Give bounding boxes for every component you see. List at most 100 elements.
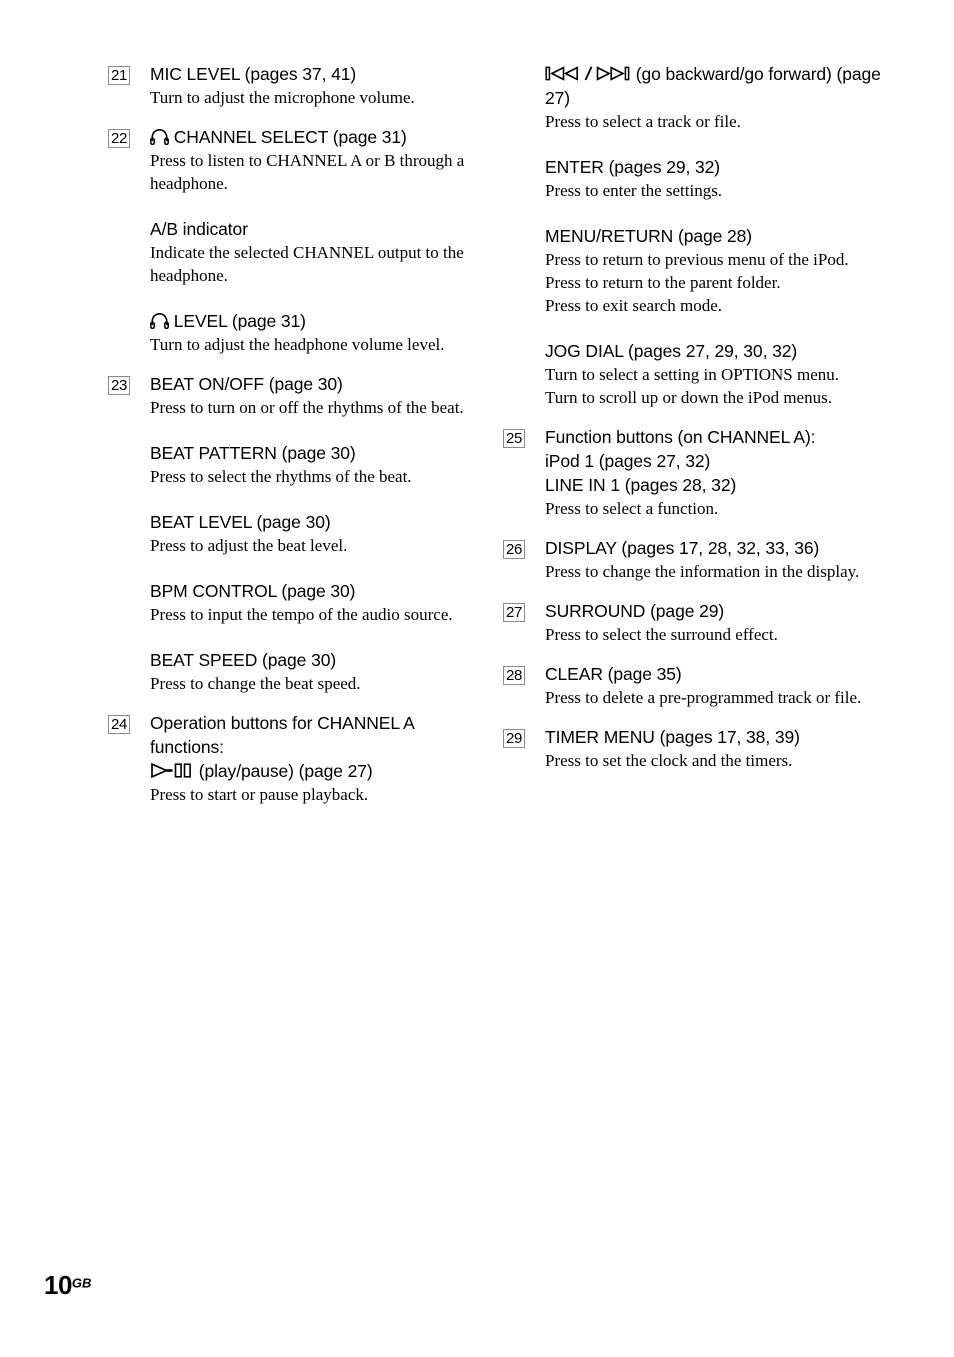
page-number: 10 [44,1270,72,1300]
entry-heading-play-pause-text: (play/pause) (page 27) [198,761,373,781]
entry-description: Press to delete a pre-programmed track o… [545,688,862,707]
entry-heading: SURROUND (page 29) [545,601,725,621]
subentry-description: Press to adjust the beat level. [150,536,348,555]
manual-page: 21 MIC LEVEL (pages 37, 41) Turn to adju… [0,0,954,1357]
badge-slot: 26 [503,536,545,559]
entry-body: Operation buttons for CHANNEL A function… [150,711,465,806]
entry-heading: ENTER (pages 29, 32) [545,157,721,177]
entry-function-buttons: 25 Function buttons (on CHANNEL A): iPod… [503,425,910,520]
entry-body: CLEAR (page 35) Press to delete a pre-pr… [545,662,910,709]
callout-badge-25: 25 [503,429,526,448]
entry-heading-text: CHANNEL SELECT (page 31) [173,127,407,147]
entry-heading: Function buttons (on CHANNEL A): [545,427,816,447]
badge-slot: 23 [108,372,150,395]
entry-jog-dial: JOG DIAL (pages 27, 29, 30, 32) Turn to … [503,339,910,409]
entry-heading: BEAT ON/OFF (page 30) [150,374,343,394]
entry-heading: CHANNEL SELECT (page 31) [150,125,465,149]
entry-heading: MENU/RETURN (page 28) [545,226,752,246]
subentry-heading-text: LEVEL (page 31) [173,311,306,331]
entry-heading: DISPLAY (pages 17, 28, 32, 33, 36) [545,538,820,558]
entry-description: Press to set the clock and the timers. [545,751,793,770]
page-footer: 10GB [44,1270,91,1301]
subentry-heading-ab-indicator: A/B indicator [150,219,248,239]
entry-body: ENTER (pages 29, 32) Press to enter the … [545,155,910,202]
subentry-heading-level: LEVEL (page 31) [150,309,465,333]
entry-mic-level: 21 MIC LEVEL (pages 37, 41) Turn to adju… [108,62,465,109]
headphone-icon [150,129,169,145]
entry-body: MENU/RETURN (page 28) Press to return to… [545,224,910,317]
callout-badge-26: 26 [503,540,526,559]
subentry-description: Press to select the rhythms of the beat. [150,467,412,486]
badge-slot: 21 [108,62,150,85]
entry-description: Press to select a track or file. [545,112,741,131]
headphone-icon [150,313,169,329]
entry-body: SURROUND (page 29) Press to select the s… [545,599,910,646]
entry-menu-return: MENU/RETURN (page 28) Press to return to… [503,224,910,317]
entry-body: BEAT ON/OFF (page 30) Press to turn on o… [150,372,465,695]
entry-heading: TIMER MENU (pages 17, 38, 39) [545,727,800,747]
entry-heading: JOG DIAL (pages 27, 29, 30, 32) [545,341,798,361]
callout-badge-27: 27 [503,603,526,622]
entry-body: CHANNEL SELECT (page 31) Press to listen… [150,125,465,356]
callout-badge-29: 29 [503,729,526,748]
entry-heading: CLEAR (page 35) [545,664,682,684]
entry-timer-menu: 29 TIMER MENU (pages 17, 38, 39) Press t… [503,725,910,772]
subentry-heading-beat-level: BEAT LEVEL (page 30) [150,512,331,532]
entry-skip-backward-forward: (go backward/go forward) (page 27) Press… [503,62,910,133]
entry-heading: MIC LEVEL (pages 37, 41) [150,64,357,84]
badge-slot [503,155,545,159]
entry-enter: ENTER (pages 29, 32) Press to enter the … [503,155,910,202]
entry-surround: 27 SURROUND (page 29) Press to select th… [503,599,910,646]
badge-slot: 27 [503,599,545,622]
right-column: (go backward/go forward) (page 27) Press… [477,62,954,772]
entry-heading: Operation buttons for CHANNEL A function… [150,713,414,757]
entry-description: Turn to scroll up or down the iPod menus… [545,388,832,407]
entry-body: JOG DIAL (pages 27, 29, 30, 32) Turn to … [545,339,910,409]
badge-slot: 25 [503,425,545,448]
callout-badge-21: 21 [108,66,131,85]
entry-heading-play-pause: (play/pause) (page 27) [150,759,465,783]
entry-heading: (go backward/go forward) (page 27) [545,62,910,110]
entry-description: Turn to adjust the microphone volume. [150,88,415,107]
entry-description: Press to select a function. [545,499,719,518]
subentry-heading-beat-pattern: BEAT PATTERN (page 30) [150,443,356,463]
subentry-description: Indicate the selected CHANNEL output to … [150,243,464,285]
callout-badge-24: 24 [108,715,131,734]
play-pause-icon [150,762,194,779]
entry-body: TIMER MENU (pages 17, 38, 39) Press to s… [545,725,910,772]
page-region-suffix: GB [71,1275,92,1291]
badge-slot: 29 [503,725,545,748]
subentry-heading-beat-speed: BEAT SPEED (page 30) [150,650,337,670]
subentry-heading-ipod-1: iPod 1 (pages 27, 32) [545,451,711,471]
subentry-description: Press to change the beat speed. [150,674,361,693]
two-column-content: 21 MIC LEVEL (pages 37, 41) Turn to adju… [0,62,954,806]
badge-slot [503,62,545,66]
subentry-description: Press to input the tempo of the audio so… [150,605,453,624]
entry-description: Turn to select a setting in OPTIONS menu… [545,365,840,384]
entry-description: Press to turn on or off the rhythms of t… [150,398,464,417]
entry-description: Press to return to previous menu of the … [545,250,849,269]
entry-body: Function buttons (on CHANNEL A): iPod 1 … [545,425,910,520]
subentry-description: Turn to adjust the headphone volume leve… [150,335,445,354]
entry-channel-select: 22 CHANNEL SELECT (page 31) Press to lis… [108,125,465,356]
entry-description: Press to change the information in the d… [545,562,860,581]
entry-description: Press to start or pause playback. [150,785,369,804]
badge-slot: 24 [108,711,150,734]
entry-description: Press to exit search mode. [545,296,723,315]
badge-slot [503,339,545,343]
